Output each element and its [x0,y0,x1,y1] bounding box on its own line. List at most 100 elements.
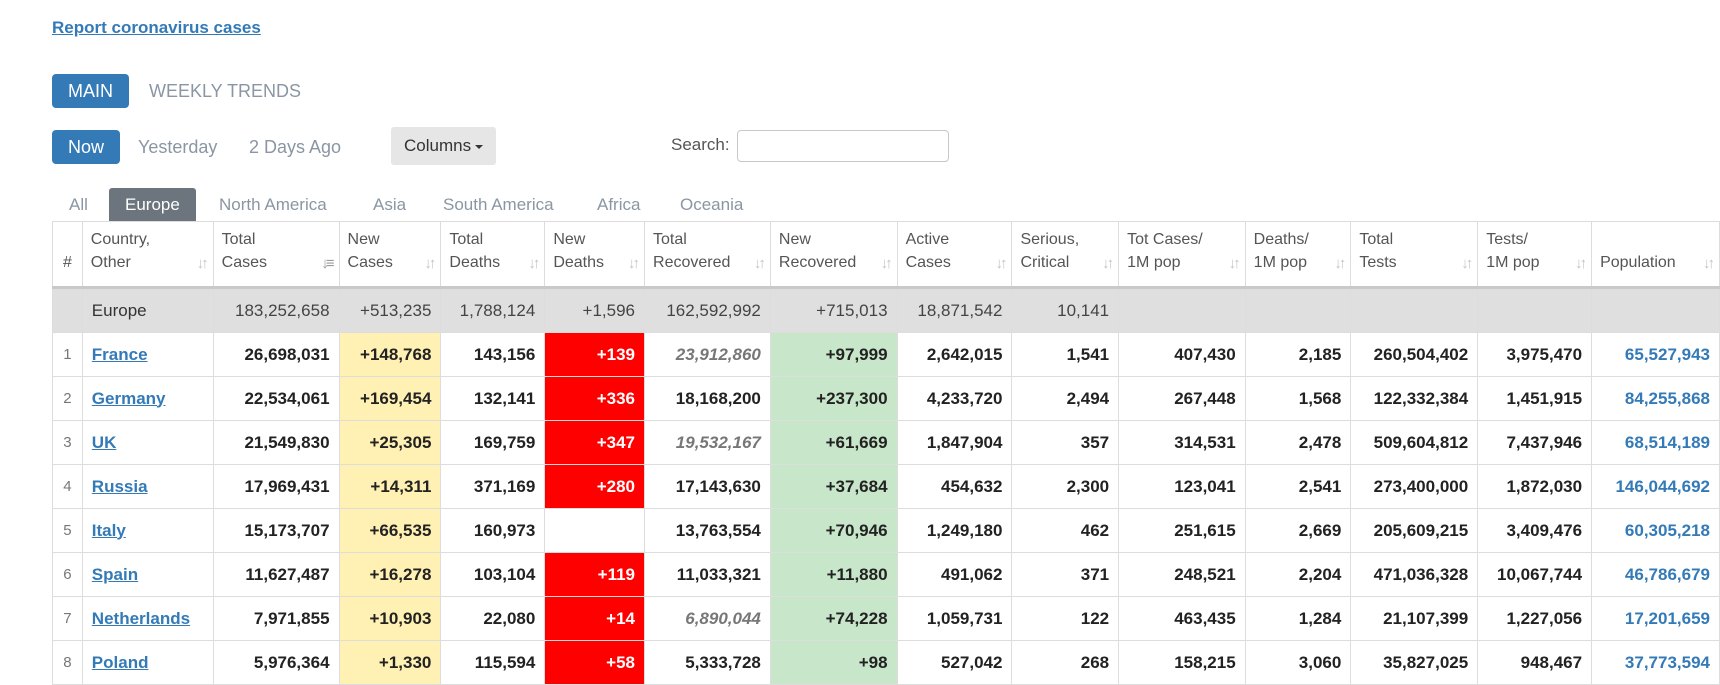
cell-population[interactable]: 17,201,659 [1591,596,1720,641]
region-tab-africa[interactable]: Africa [581,188,656,222]
region-tab-oceania[interactable]: Oceania [664,188,759,222]
column-header[interactable]: Active Cases ↓↑ [896,221,1013,288]
cell-total-recovered: 5,333,728 [644,640,771,685]
columns-button[interactable]: Columns [391,127,497,165]
row-number: 8 [52,640,83,685]
region-tab-all[interactable]: All [53,188,104,222]
column-header-line1: New [347,231,380,248]
region-tab-europe[interactable]: Europe [109,188,196,222]
country-link[interactable]: Poland [92,653,149,672]
cell-cases-per-million: 158,215 [1118,640,1246,685]
country-link[interactable]: Netherlands [92,609,190,628]
cell-cases-per-million [1118,287,1246,333]
caret-down-icon [475,144,484,149]
column-header[interactable]: New Deaths ↓↑ [544,221,646,288]
sort-arrows-icon: ↓↑ [1102,255,1114,272]
cell-population[interactable]: 84,255,868 [1591,376,1720,421]
cell-population [1591,287,1720,333]
column-header[interactable]: Total Recovered ↓↑ [644,221,771,288]
table-row: 1 France 26,698,031 +148,768 143,156 +139 23,9… [52,332,1720,377]
table-row: 7 Netherlands 7,971,855 +10,903 22,080 +14 6,8… [52,596,1720,641]
cell-total-tests [1350,287,1479,333]
column-header: # [52,221,83,288]
region-tab-north-america[interactable]: North America [203,188,343,222]
cell-deaths-per-million [1244,287,1352,333]
cell-new-recovered: +61,669 [769,420,898,465]
column-header[interactable]: Tests/1M pop ↓↑ [1477,221,1593,288]
cell-population[interactable]: 68,514,189 [1591,420,1720,465]
cell-total-cases: 7,971,855 [212,596,340,641]
column-header-line1: New [553,231,586,248]
cell-total-cases: 21,549,830 [212,420,340,465]
cell-new-cases: +1,330 [338,640,442,685]
cell-tests-per-million: 3,409,476 [1477,508,1593,553]
cell-new-recovered: +37,684 [769,464,898,509]
cell-country: Russia [81,464,214,509]
cell-country: UK [81,420,214,465]
columns-label: Columns [404,136,472,155]
column-header[interactable]: Tot Cases/1M pop ↓↑ [1118,221,1246,288]
day-tab-now[interactable]: Now [52,130,121,164]
cell-tests-per-million [1477,287,1593,333]
column-header[interactable]: Population ↓↑ [1591,221,1720,288]
column-header[interactable]: New Cases ↓↑ [338,221,442,288]
region-tab-asia[interactable]: Asia [357,188,422,222]
cell-new-deaths [544,508,646,553]
sort-arrows-icon: ↓↑ [880,255,893,272]
tab-main[interactable]: MAIN [52,74,129,108]
country-link[interactable]: Russia [92,477,148,496]
cell-new-cases: +66,535 [338,508,442,553]
cell-serious-critical: 122 [1011,596,1120,641]
region-tab-south-america[interactable]: South America [427,188,570,222]
column-header[interactable]: Country, Other ↓↑ [81,221,214,288]
cell-serious-critical: 2,300 [1011,464,1120,509]
table-row: 6 Spain 11,627,487 +16,278 103,104 +119 11,033… [52,552,1720,597]
tab-weekly-trends[interactable]: WEEKLY TRENDS [133,74,317,108]
cell-new-cases: +25,305 [338,420,442,465]
country-link[interactable]: UK [92,433,117,452]
cell-new-cases: +16,278 [338,552,442,597]
day-tab-yesterday[interactable]: Yesterday [122,130,233,164]
cell-active-cases: 1,847,904 [896,420,1013,465]
cell-new-deaths: +336 [544,376,646,421]
column-header[interactable]: Total Deaths ↓↑ [440,221,546,288]
cell-deaths-per-million: 2,669 [1244,508,1352,553]
report-cases-link[interactable]: Report coronavirus cases [52,18,261,38]
column-header[interactable]: New Recovered ↓↑ [769,221,898,288]
cell-new-cases: +10,903 [338,596,442,641]
column-header[interactable]: Serious, Critical ↓↑ [1011,221,1120,288]
cell-new-deaths: +1,596 [544,287,646,333]
country-link[interactable]: Italy [92,521,126,540]
cell-new-recovered: +237,300 [769,376,898,421]
cell-population[interactable]: 65,527,943 [1591,332,1720,377]
cell-new-deaths: +280 [544,464,646,509]
cell-deaths-per-million: 2,185 [1244,332,1352,377]
cell-new-deaths: +119 [544,552,646,597]
cell-population[interactable]: 146,044,692 [1591,464,1720,509]
cell-population[interactable]: 60,305,218 [1591,508,1720,553]
cell-active-cases: 18,871,542 [896,287,1013,333]
cell-tests-per-million: 948,467 [1477,640,1593,685]
column-header[interactable]: Deaths/1M pop ↓↑ [1244,221,1352,288]
country-link[interactable]: Germany [92,389,166,408]
cell-total-tests: 35,827,025 [1350,640,1479,685]
cell-total-tests: 205,609,215 [1350,508,1479,553]
cell-tests-per-million: 1,227,056 [1477,596,1593,641]
country-link[interactable]: Spain [92,565,138,584]
column-header-line2: Critical [1020,254,1070,271]
column-header-line2: Recovered [653,254,731,271]
cell-active-cases: 2,642,015 [896,332,1013,377]
cell-total-cases: 183,252,658 [212,287,340,333]
sort-arrows-icon: ↓↑ [1228,255,1241,272]
cell-serious-critical: 10,141 [1011,287,1120,333]
day-tab-2-days-ago[interactable]: 2 Days Ago [233,130,357,164]
column-header-line1: New [778,231,811,248]
column-header[interactable]: Total Tests ↓↑ [1350,221,1479,288]
cell-population[interactable]: 46,786,679 [1591,552,1720,597]
cell-total-tests: 260,504,402 [1350,332,1479,377]
cell-new-recovered: +715,013 [769,287,898,333]
search-input[interactable] [737,130,949,162]
cell-population[interactable]: 37,773,594 [1591,640,1720,685]
column-header[interactable]: Total Cases ↓≡ [212,221,340,288]
country-link[interactable]: France [92,345,148,364]
